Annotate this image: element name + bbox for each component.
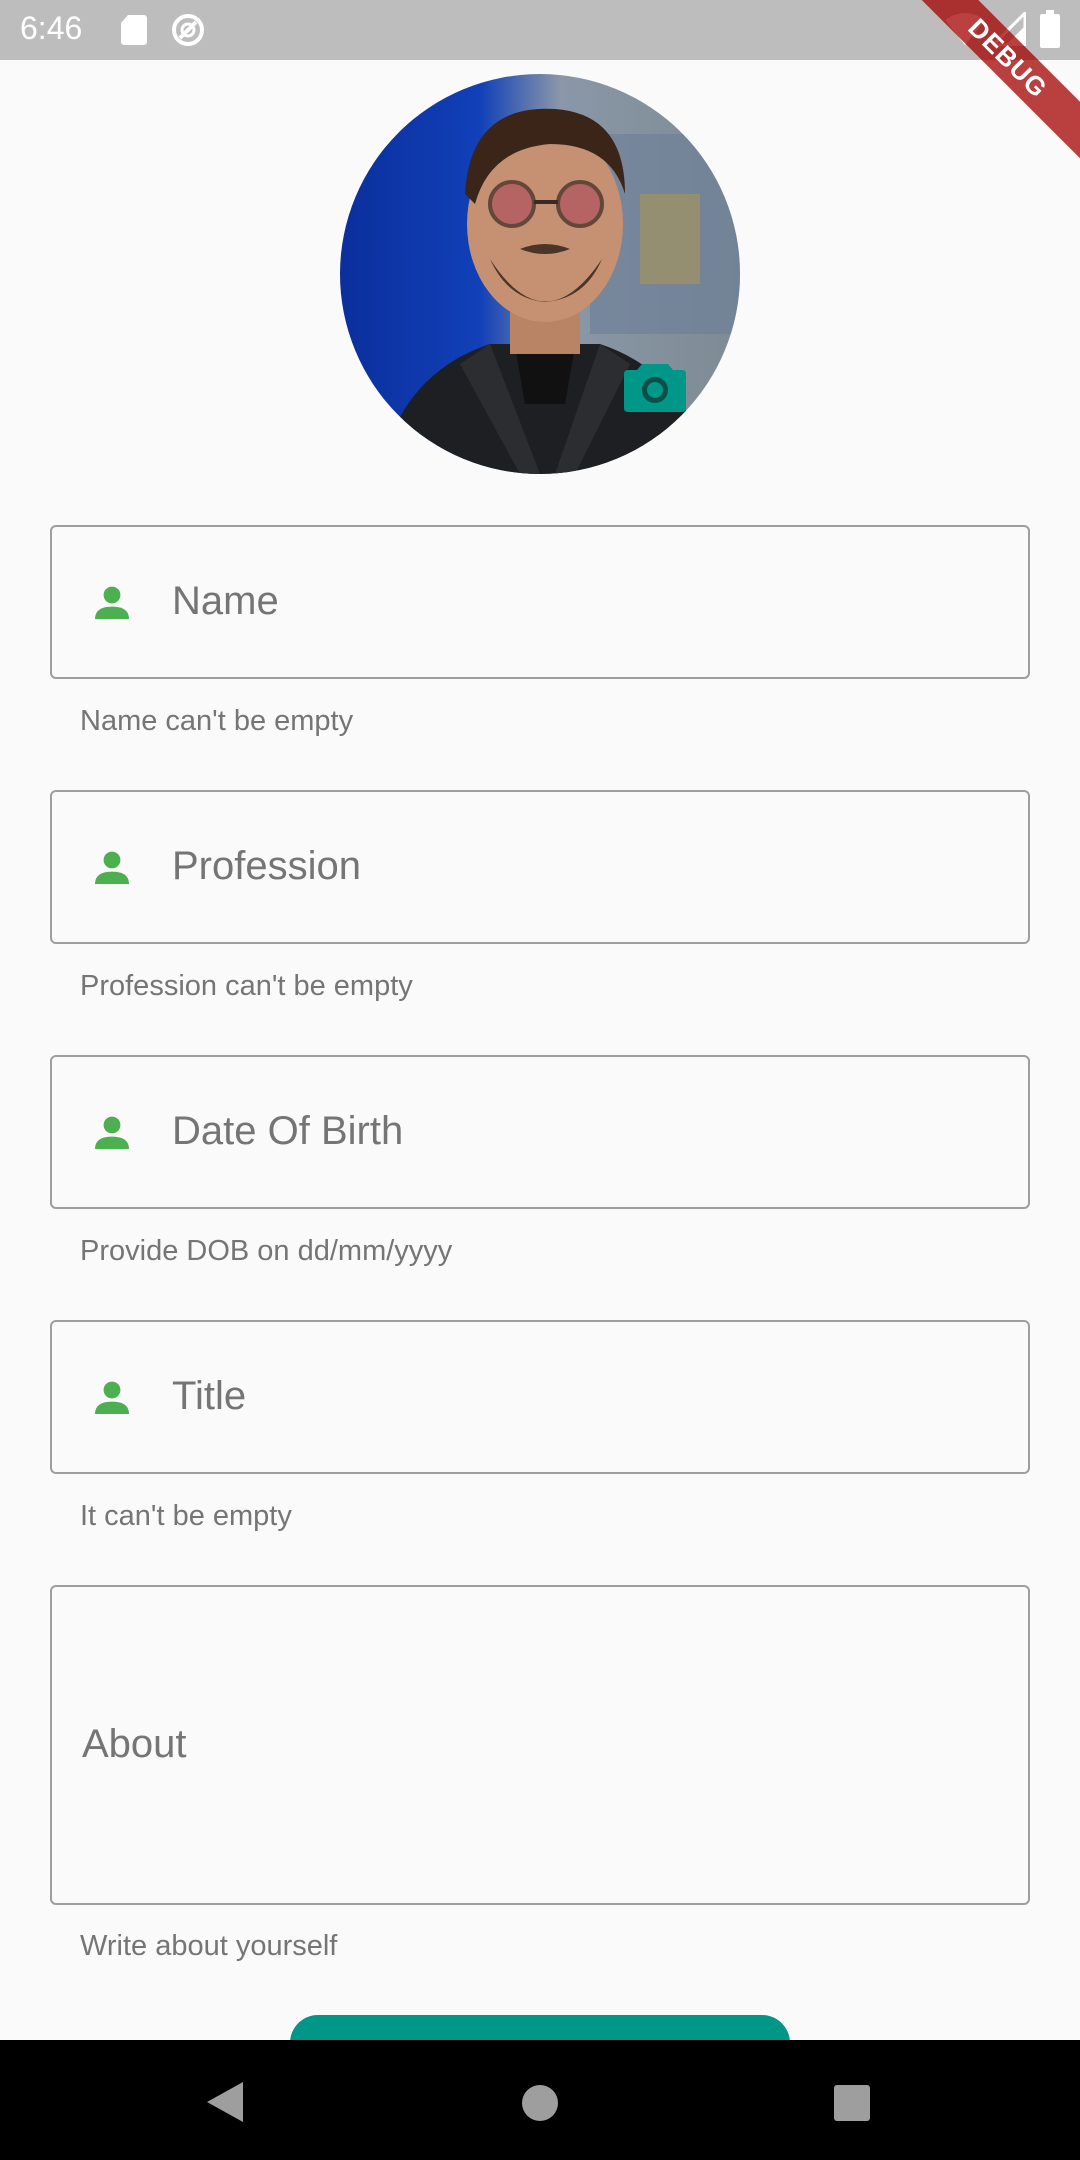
title-helper-text: It can't be empty: [80, 1500, 292, 1532]
dob-field[interactable]: Date Of Birth: [50, 1055, 1030, 1209]
person-icon: [95, 1116, 129, 1149]
profession-field[interactable]: Profession: [50, 790, 1030, 944]
name-placeholder: Name: [172, 579, 279, 623]
navigation-bar: [0, 2040, 1080, 2160]
sd-card-icon: [121, 15, 147, 45]
camera-icon[interactable]: [624, 360, 686, 412]
avatar-photo: [340, 74, 740, 474]
name-helper-text: Name can't be empty: [80, 705, 354, 737]
back-icon[interactable]: [205, 2080, 245, 2124]
home-icon[interactable]: [520, 2083, 560, 2123]
about-helper-text: Write about yourself: [80, 1930, 338, 1962]
profession-placeholder: Profession: [172, 844, 361, 888]
recents-icon[interactable]: [833, 2084, 871, 2122]
sync-icon: [172, 14, 204, 46]
status-time: 6:46: [20, 10, 83, 46]
title-placeholder: Title: [172, 1374, 247, 1418]
battery-icon: [1040, 10, 1060, 48]
person-icon: [95, 586, 129, 619]
profile-avatar[interactable]: [340, 74, 740, 474]
title-field[interactable]: Title: [50, 1320, 1030, 1474]
name-field[interactable]: Name: [50, 525, 1030, 679]
about-placeholder: About: [82, 1722, 187, 1766]
profession-helper-text: Profession can't be empty: [80, 970, 413, 1002]
screen: 6:46 DEBUG Name Name can't be empty Prof…: [0, 0, 1080, 2160]
person-icon: [95, 1381, 129, 1414]
status-bar: 6:46: [0, 0, 1080, 60]
about-field[interactable]: About: [50, 1585, 1030, 1905]
person-icon: [95, 851, 129, 884]
dob-placeholder: Date Of Birth: [172, 1109, 404, 1153]
dob-helper-text: Provide DOB on dd/mm/yyyy: [80, 1235, 453, 1267]
